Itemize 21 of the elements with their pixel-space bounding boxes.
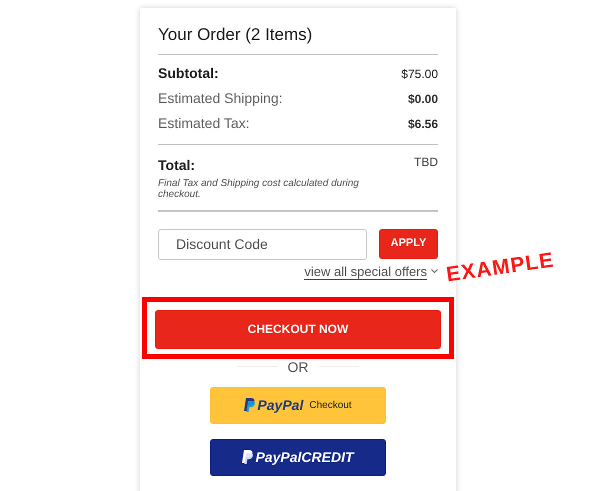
paypal-credit-button[interactable]: PayPalCREDIT	[210, 438, 386, 476]
line-amount: $75.00	[401, 66, 438, 82]
line-label: Estimated Tax:	[158, 114, 250, 132]
discount-code-field[interactable]: Discount Code	[158, 228, 367, 260]
line-label: Subtotal:	[158, 64, 219, 82]
total-label: Total:	[158, 156, 196, 174]
line-amount: $6.56	[408, 116, 438, 132]
line-amount: $0.00	[408, 90, 438, 108]
special-offers-link[interactable]: view all special offers	[304, 264, 427, 280]
order-title: Your Order (2 Items)	[158, 22, 438, 54]
chevron-down-icon	[431, 269, 438, 274]
apply-button[interactable]: APPLY	[379, 228, 438, 258]
paypal-checkout-button[interactable]: PayPal Checkout	[210, 386, 386, 424]
paypal-p-icon	[242, 450, 254, 464]
total-amount: TBD	[414, 154, 438, 170]
or-separator: OR	[288, 358, 308, 374]
checkout-now-button[interactable]: CHECKOUT NOW	[155, 310, 441, 348]
tax-note: Final Tax and Shipping cost calculated during checkout.	[158, 178, 360, 200]
paypal-p-icon	[244, 398, 256, 412]
example-label: EXAMPLE	[444, 248, 556, 288]
line-label: Estimated Shipping:	[158, 88, 283, 108]
